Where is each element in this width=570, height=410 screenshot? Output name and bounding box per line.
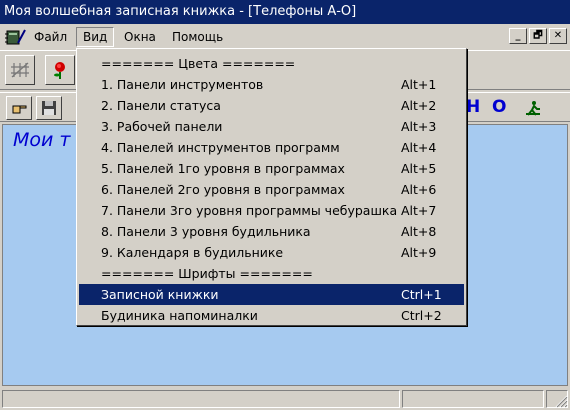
menu-item[interactable]: 4. Панелей инструментов программ Alt+4 [79,137,464,158]
menu-item-shortcut: Alt+5 [401,161,437,176]
title-bar[interactable]: Моя волшебная записная книжка - [Телефон… [0,0,570,24]
menu-item-label: 4. Панелей инструментов программ [101,140,340,155]
menu-item-shortcut: Alt+8 [401,224,437,239]
menu-item[interactable]: 9. Календаря в будильнике Alt+9 [79,242,464,263]
menu-item-label: 1. Панели инструментов [101,77,264,92]
status-bar [0,388,570,410]
menu-item-shortcut: Ctrl+1 [401,287,442,302]
restore-button[interactable]: 🗗 [529,28,547,44]
menu-item[interactable]: Записной книжки Ctrl+1 [79,284,464,305]
fence-tool-button[interactable] [5,55,35,85]
menu-item-shortcut: Alt+7 [401,203,437,218]
menu-item[interactable]: 1. Панели инструментов Alt+1 [79,74,464,95]
menu-item-label: 5. Панелей 1го уровня в программах [101,161,345,176]
menu-item[interactable]: 3. Рабочей панели Alt+3 [79,116,464,137]
menu-item-shortcut: Ctrl+2 [401,308,442,323]
menu-item-label: 8. Панели 3 уровня будильника [101,224,311,239]
menu-item[interactable]: Будиника напоминалки Ctrl+2 [79,305,464,326]
menu-item-label: 7. Панели 3го уровня программы чебурашка [101,203,398,218]
menu-windows[interactable]: Окна [118,27,162,47]
status-panel-middle [402,390,544,408]
menu-item-label: 6. Панелей 2го уровня в программах [101,182,345,197]
menu-item-label: 2. Панели статуса [101,98,221,113]
notebook-app-icon[interactable] [4,28,26,46]
minimize-button[interactable]: _ [509,28,527,44]
menu-item-label: Будиника напоминалки [101,308,258,323]
save-button[interactable] [36,96,62,120]
menu-help[interactable]: Помощь [166,27,229,47]
workspace-title: Мои т [13,129,71,151]
resize-grip-icon[interactable] [554,394,568,408]
menu-item-shortcut: Alt+4 [401,140,437,155]
mdi-window-controls: _ 🗗 ✕ [509,28,567,44]
menu-item-label: 9. Календаря в будильнике [101,245,284,260]
menu-item-label: ======= Шрифты ======= [101,266,313,281]
menu-item[interactable]: 8. Панели 3 уровня будильника Alt+8 [79,221,464,242]
rose-tool-button[interactable] [45,55,75,85]
pointer-button[interactable] [6,96,32,120]
menu-bar: Файл Вид Окна Помощь _ 🗗 ✕ [0,26,570,48]
menu-section-header: ======= Цвета ======= [79,53,464,74]
menu-item[interactable]: 5. Панелей 1го уровня в программах Alt+5 [79,158,464,179]
view-menu-dropdown: ======= Цвета ======= 1. Панели инструмен… [76,48,467,326]
window-title: Моя волшебная записная книжка - [Телефон… [4,4,357,19]
letter-n-button[interactable]: Н [466,97,480,117]
fence-icon [11,62,29,78]
menu-item[interactable]: 6. Панелей 2го уровня в программах Alt+6 [79,179,464,200]
menu-item-shortcut: Alt+6 [401,182,437,197]
menu-view[interactable]: Вид [76,27,115,47]
run-button[interactable] [520,96,546,120]
floppy-disk-icon [42,101,56,115]
menu-item-shortcut: Alt+9 [401,245,437,260]
menu-item-shortcut: Alt+1 [401,77,437,92]
running-figure-icon [526,101,540,116]
menu-item-shortcut: Alt+2 [401,98,437,113]
letter-o-button[interactable]: О [492,97,506,117]
menu-item[interactable]: 7. Панели 3го уровня программы чебурашка… [79,200,464,221]
menu-section-header: ======= Шрифты ======= [79,263,464,284]
menu-item-label: 3. Рабочей панели [101,119,223,134]
menu-item[interactable]: 2. Панели статуса Alt+2 [79,95,464,116]
close-button[interactable]: ✕ [549,28,567,44]
menu-item-label: ======= Цвета ======= [101,56,296,71]
menu-item-shortcut: Alt+3 [401,119,437,134]
menu-file[interactable]: Файл [28,27,73,47]
menu-item-label: Записной книжки [101,287,219,302]
app-window: Моя волшебная записная книжка - [Телефон… [0,0,570,410]
status-panel-left [2,390,400,408]
hand-pointer-icon [12,105,27,114]
rose-icon [54,62,65,79]
